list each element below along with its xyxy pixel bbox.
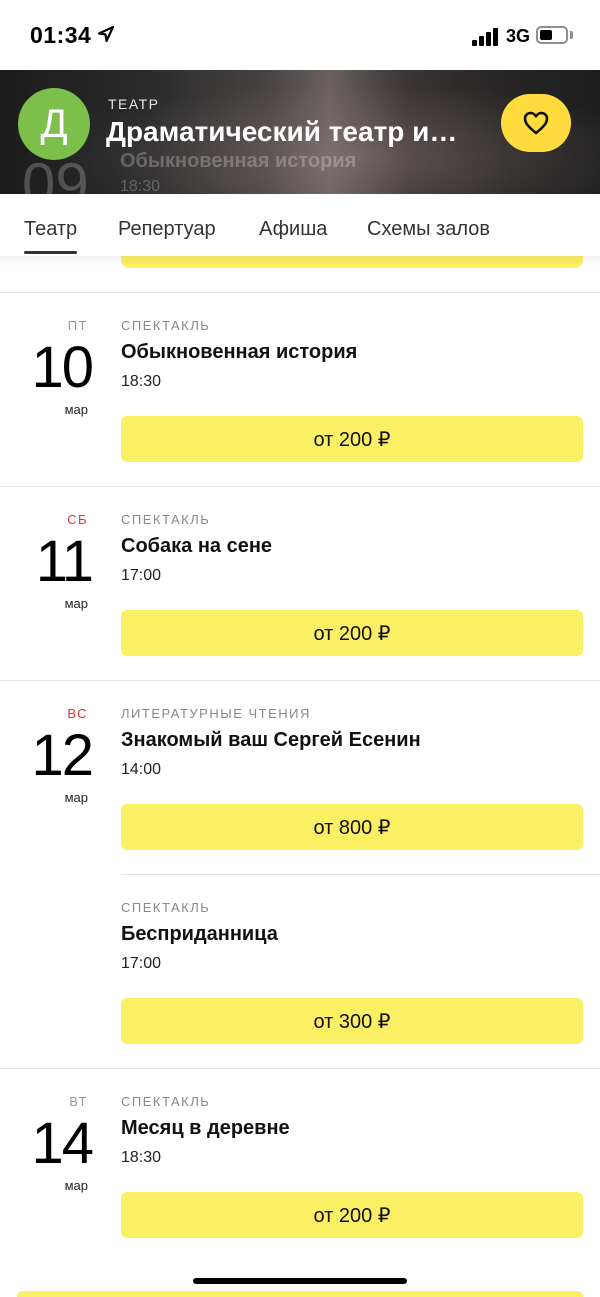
day-number: 10 [31, 335, 94, 400]
scrolled-event-title: Обыкновенная история [120, 150, 357, 172]
tab-bar: Театр Репертуар Афиша Схемы залов [0, 194, 600, 256]
month-label: мар [64, 790, 88, 805]
event-type: СПЕКТАКЛЬ [121, 1094, 211, 1109]
home-indicator[interactable] [193, 1278, 407, 1284]
event-type: СПЕКТАКЛЬ [121, 318, 211, 333]
day-divider [0, 292, 600, 293]
event-title[interactable]: Месяц в деревне [121, 1117, 290, 1140]
day-divider [0, 1068, 600, 1069]
event-type: СПЕКТАКЛЬ [121, 512, 211, 527]
buy-ticket-button[interactable]: от 200 ₽ [121, 416, 583, 462]
tab-theater[interactable]: Театр [24, 218, 77, 241]
day-number: 14 [31, 1111, 94, 1176]
event-type: СПЕКТАКЛЬ [121, 900, 211, 915]
status-time: 01:34 [30, 22, 92, 48]
weekday-label: ВС [67, 706, 88, 721]
month-label: мар [64, 1178, 88, 1193]
next-buy-button[interactable] [17, 1291, 583, 1297]
battery-icon [536, 26, 568, 44]
buy-ticket-button[interactable]: от 200 ₽ [121, 1192, 583, 1238]
buy-ticket-button[interactable]: от 800 ₽ [121, 804, 583, 850]
signal-strength-icon [472, 28, 500, 46]
month-label: мар [64, 596, 88, 611]
event-title[interactable]: Бесприданница [121, 923, 278, 946]
scrolled-event-time: 18:30 [120, 178, 161, 194]
weekday-label: ПТ [67, 318, 88, 333]
weekday-label: ВТ [69, 1094, 88, 1109]
show-divider [121, 874, 600, 875]
tabs-shadow [0, 256, 600, 266]
heart-icon [523, 111, 549, 135]
month-label: мар [64, 402, 88, 417]
tab-repertoire[interactable]: Репертуар [118, 218, 216, 241]
network-type: 3G [506, 26, 531, 46]
event-time: 18:30 [121, 1149, 162, 1166]
event-time: 17:00 [121, 955, 162, 972]
location-arrow-icon [97, 25, 115, 43]
tab-playbill[interactable]: Афиша [259, 218, 327, 241]
status-bar: 01:34 3G [0, 0, 600, 70]
event-time: 17:00 [121, 567, 162, 584]
event-time: 14:00 [121, 761, 162, 778]
header-kicker: ТЕАТР [108, 96, 160, 112]
buy-ticket-button[interactable]: от 200 ₽ [121, 610, 583, 656]
event-time: 18:30 [121, 373, 162, 390]
theater-header: 09 Обыкновенная история 18:30 Д ТЕАТР Др… [0, 70, 600, 194]
day-divider [0, 486, 600, 487]
theater-avatar: Д [18, 88, 90, 160]
active-tab-indicator [24, 251, 77, 254]
page-title: Драматический театр имени... [106, 116, 476, 147]
event-title[interactable]: Знакомый ваш Сергей Есенин [121, 729, 421, 752]
day-number: 11 [35, 529, 94, 594]
event-title[interactable]: Собака на сене [121, 535, 272, 558]
tab-hall-schemes[interactable]: Схемы залов [367, 218, 490, 241]
event-title[interactable]: Обыкновенная история [121, 341, 357, 364]
battery-tip [570, 31, 573, 39]
favorite-button[interactable] [501, 94, 571, 152]
buy-ticket-button[interactable]: от 300 ₽ [121, 998, 583, 1044]
day-divider [0, 680, 600, 681]
event-type: ЛИТЕРАТУРНЫЕ ЧТЕНИЯ [121, 706, 311, 721]
weekday-label: СБ [67, 512, 88, 527]
day-number: 12 [31, 723, 94, 788]
